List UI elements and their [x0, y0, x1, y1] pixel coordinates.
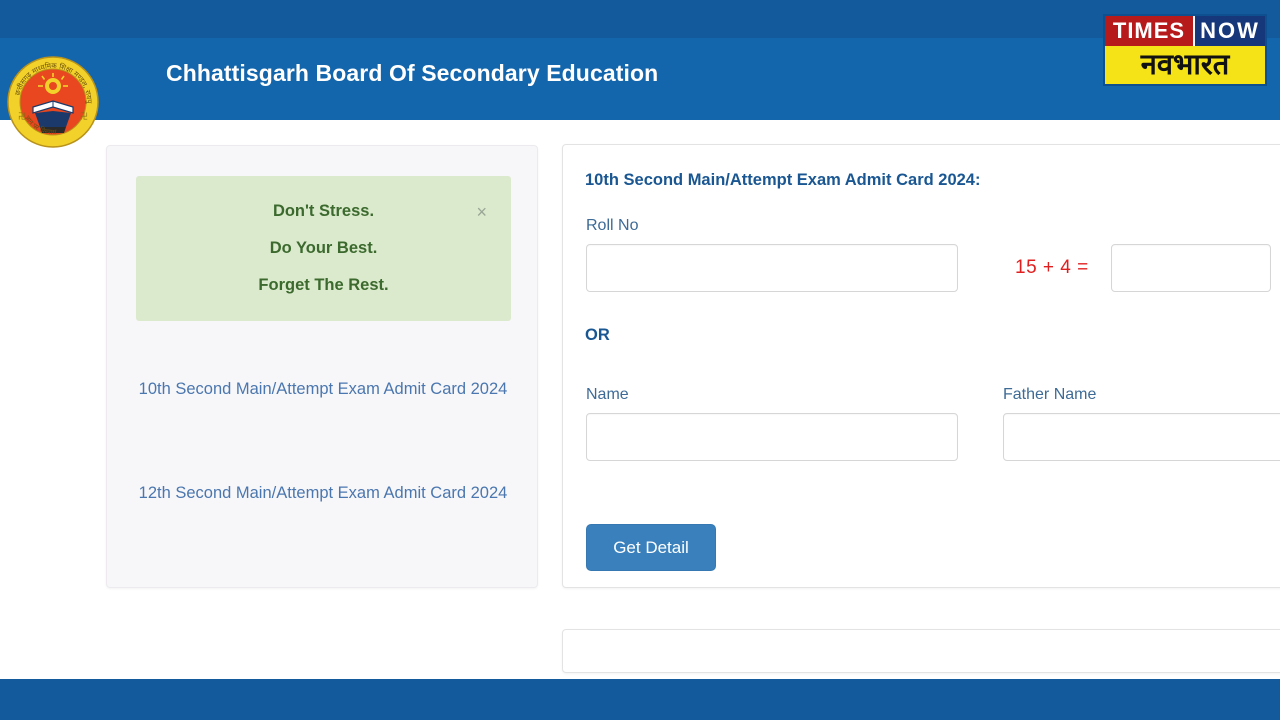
name-label: Name [586, 386, 629, 403]
page-title: Chhattisgarh Board Of Secondary Educatio… [166, 60, 659, 86]
roll-no-input[interactable] [586, 244, 958, 292]
link-12th-admit-card[interactable]: 12th Second Main/Attempt Exam Admit Card… [125, 478, 521, 508]
tn-navbharat-text: नवभारत [1105, 46, 1265, 84]
alert-line-3: Forget The Rest. [258, 276, 389, 294]
tn-times-text: TIMES [1105, 16, 1193, 46]
page-root: Chhattisgarh Board Of Secondary Educatio… [0, 0, 1280, 720]
motivation-alert: Don't Stress. Do Your Best. Forget The R… [136, 176, 511, 321]
link-10th-admit-card[interactable]: 10th Second Main/Attempt Exam Admit Card… [125, 374, 521, 404]
alert-line-1: Don't Stress. [272, 202, 375, 220]
captcha-answer-input[interactable] [1111, 244, 1271, 292]
form-title: 10th Second Main/Attempt Exam Admit Card… [585, 171, 981, 189]
secondary-empty-panel [562, 629, 1280, 673]
times-now-navbharat-logo: TIMES NOW नवभारत [1103, 14, 1267, 86]
roll-no-label: Roll No [586, 217, 639, 234]
svg-text:卍: 卍 [80, 112, 88, 121]
father-name-input[interactable] [1003, 413, 1280, 461]
get-detail-button[interactable]: Get Detail [586, 524, 716, 571]
footer-band [0, 679, 1280, 720]
tn-logo-top-row: TIMES NOW [1105, 16, 1265, 46]
close-icon[interactable]: × [476, 203, 487, 221]
cgbse-board-emblem-icon: 卍 卍 छत्तीसगढ़ माध्यमिक शिक्षा मण्डल, राय… [5, 49, 100, 149]
header-top-strip [0, 0, 1280, 38]
admit-card-link-list: 10th Second Main/Attempt Exam Admit Card… [125, 374, 521, 508]
left-sidebar-card: Don't Stress. Do Your Best. Forget The R… [106, 145, 538, 588]
name-input[interactable] [586, 413, 958, 461]
captcha-expression: 15 + 4 = [1015, 257, 1089, 278]
admit-card-form-panel: 10th Second Main/Attempt Exam Admit Card… [562, 144, 1280, 588]
father-name-label: Father Name [1003, 386, 1097, 403]
alert-line-2: Do Your Best. [269, 239, 378, 257]
tn-now-text: NOW [1193, 16, 1265, 46]
or-separator-label: OR [585, 326, 610, 344]
